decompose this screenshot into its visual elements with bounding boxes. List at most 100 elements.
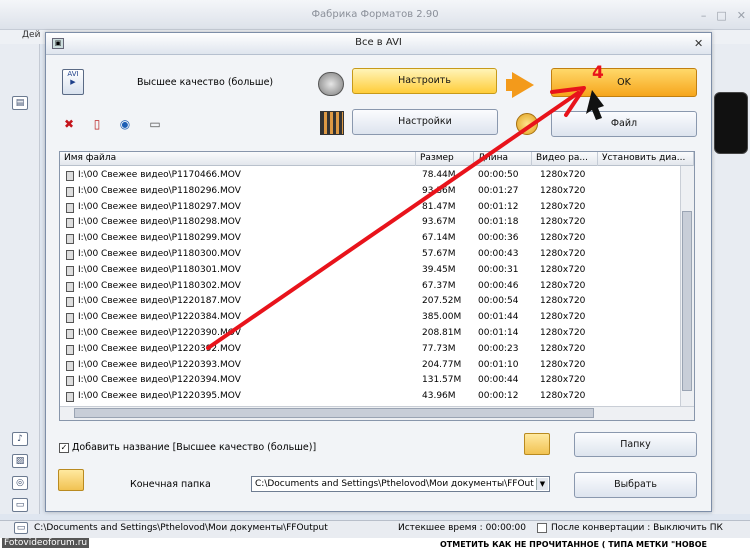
cell-size: 131.57M [422,375,462,386]
cell-filename: I:\00 Свежее видео\P1180297.MOV [78,201,241,212]
cell-length: 00:01:44 [478,312,519,323]
disc-icon[interactable]: ◎ [12,476,28,490]
video-file-icon [66,202,74,213]
file-button[interactable]: Файл [551,111,697,137]
column-size[interactable]: Размер [416,152,474,166]
media-info-icon[interactable]: ▭ [148,117,162,131]
status-output-path: C:\Documents and Settings\Pthelovod\Мои … [34,523,328,533]
column-set-range[interactable]: Установить диа... [598,152,694,166]
table-row[interactable]: I:\00 Свежее видео\P1220390.MOV 208.81M 00… [60,326,680,342]
folder-button[interactable]: Папку [574,432,697,457]
cell-filename: I:\00 Свежее видео\P1180302.MOV [78,280,241,291]
video-file-icon [66,313,74,324]
video-file-icon [66,329,74,339]
mobile-device-icon[interactable] [714,92,748,154]
left-toolbar: ▤ ♪ ▨ ◎ ▭ [0,44,40,514]
status-after-conversion: После конвертации : Выключить ПК [551,523,723,533]
choose-button[interactable]: Выбрать [574,472,697,498]
chevron-down-icon[interactable]: ▼ [536,478,548,490]
play-icon[interactable]: ◉ [118,117,132,131]
cell-size: 81.47M [422,201,456,212]
table-row[interactable]: I:\00 Свежее видео\P1180300.MOV 57.67M 00:… [60,247,680,263]
mark-unread-link[interactable]: ОТМЕТИТЬ КАК НЕ ПРОЧИТАННОЕ ( ТИПА МЕТКИ… [440,540,707,549]
cell-size: 39.45M [422,264,456,275]
cell-video: 1280x720 [540,343,586,354]
cell-filename: I:\00 Свежее видео\P1180298.MOV [78,217,241,228]
dialog-title: Все в AVI [355,37,402,48]
audio-icon[interactable]: ♪ [12,432,28,446]
cell-video: 1280x720 [540,312,586,323]
video-file-icon [66,234,74,245]
table-row[interactable]: I:\00 Свежее видео\P1220393.MOV 204.77M 00… [60,358,680,374]
table-row[interactable]: I:\00 Свежее видео\P1220384.MOV 385.00M 00… [60,310,680,326]
cell-video: 1280x720 [540,217,586,228]
close-icon[interactable]: ✕ [737,9,746,22]
delete-icon[interactable]: ✖ [62,117,76,131]
table-row[interactable]: I:\00 Свежее видео\P1220392.MOV 77.73M 00:… [60,342,680,358]
output-folder-small-icon[interactable]: ▭ [14,522,28,534]
table-row[interactable]: I:\00 Свежее видео\P1180299.MOV 67.14M 00:… [60,231,680,247]
vertical-scroll-thumb[interactable] [682,211,692,391]
cell-video: 1280x720 [540,296,586,307]
video-file-icon [66,171,74,181]
column-video[interactable]: Видео ра... [532,152,598,166]
cell-length: 00:01:12 [478,201,519,212]
configure-button[interactable]: Настроить [352,68,497,94]
table-row[interactable]: I:\00 Свежее видео\P1170466.MOV 78.44M 00:… [60,168,680,184]
cell-size: 93.36M [422,185,456,196]
cell-filename: I:\00 Свежее видео\P1180301.MOV [78,264,241,275]
dialog-close-icon[interactable]: ✕ [694,37,703,50]
ok-button[interactable]: OK [551,68,697,97]
table-row[interactable]: I:\00 Свежее видео\P1220395.MOV 43.96M 00:… [60,389,680,405]
menu-item-actions[interactable]: Дей [22,30,40,40]
cell-length: 00:00:46 [478,280,519,291]
cell-length: 00:00:54 [478,296,519,307]
destination-label: Конечная папка [130,479,211,490]
cell-size: 67.14M [422,233,456,244]
video-file-icon [66,360,74,371]
table-row[interactable]: I:\00 Свежее видео\P1220394.MOV 131.57M 00… [60,373,680,389]
cell-filename: I:\00 Свежее видео\P1220393.MOV [78,359,241,370]
avi-format-icon: AVI ▶ [62,69,84,95]
clear-list-icon[interactable]: ▯ [90,117,104,131]
cell-filename: I:\00 Свежее видео\P1180296.MOV [78,185,241,196]
app-title-bar: Фабрика Форматов 2.90 [0,0,750,30]
cell-size: 43.96M [422,391,456,402]
new-folder-icon[interactable] [524,433,550,455]
cell-video: 1280x720 [540,201,586,212]
column-filename[interactable]: Имя файла [60,152,416,166]
cell-filename: I:\00 Свежее видео\P1220390.MOV [78,328,241,338]
smiley-icon [516,113,538,135]
cell-filename: I:\00 Свежее видео\P1180299.MOV [78,233,241,244]
table-row[interactable]: I:\00 Свежее видео\P1180296.MOV 93.36M 00:… [60,184,680,200]
cell-length: 00:00:44 [478,375,519,386]
cell-size: 93.67M [422,217,456,228]
app-title: Фабрика Форматов 2.90 [311,9,439,20]
table-row[interactable]: I:\00 Свежее видео\P1220187.MOV 207.52M 00… [60,294,680,310]
picture-icon[interactable]: ▨ [12,454,28,468]
cell-filename: I:\00 Свежее видео\P1220394.MOV [78,375,241,386]
utilities-icon[interactable]: ▭ [12,498,28,512]
cell-size: 57.67M [422,249,456,259]
destination-folder-select[interactable]: C:\Documents and Settings\Pthelovod\Мои … [251,476,550,492]
table-row[interactable]: I:\00 Свежее видео\P1180301.MOV 39.45M 00:… [60,263,680,279]
video-file-icon [66,281,74,292]
table-row[interactable]: I:\00 Свежее видео\P1180297.MOV 81.47M 00:… [60,200,680,216]
table-row[interactable]: I:\00 Свежее видео\P1180298.MOV 93.67M 00:… [60,215,680,231]
column-length[interactable]: Длина [474,152,532,166]
video-file-icon [66,218,74,229]
cell-video: 1280x720 [540,328,586,338]
app-window-controls: – □ ✕ [701,9,746,22]
file-list[interactable]: Имя файла Размер Длина Видео ра... Устан… [59,151,695,421]
cell-length: 00:01:18 [478,217,519,228]
minimize-icon[interactable]: – [701,9,707,22]
settings-button[interactable]: Настройки [352,109,498,135]
add-name-checkbox[interactable]: ✓ [59,443,69,453]
add-name-label: Добавить название [Высшее качество (боль… [72,442,317,453]
table-row[interactable]: I:\00 Свежее видео\P1180302.MOV 67.37M 00:… [60,279,680,295]
horizontal-scroll-thumb[interactable] [74,408,594,418]
maximize-icon[interactable]: □ [716,9,726,22]
after-conversion-checkbox[interactable] [537,523,547,533]
output-folder-icon[interactable] [58,469,84,491]
list-icon[interactable]: ▤ [12,96,28,110]
